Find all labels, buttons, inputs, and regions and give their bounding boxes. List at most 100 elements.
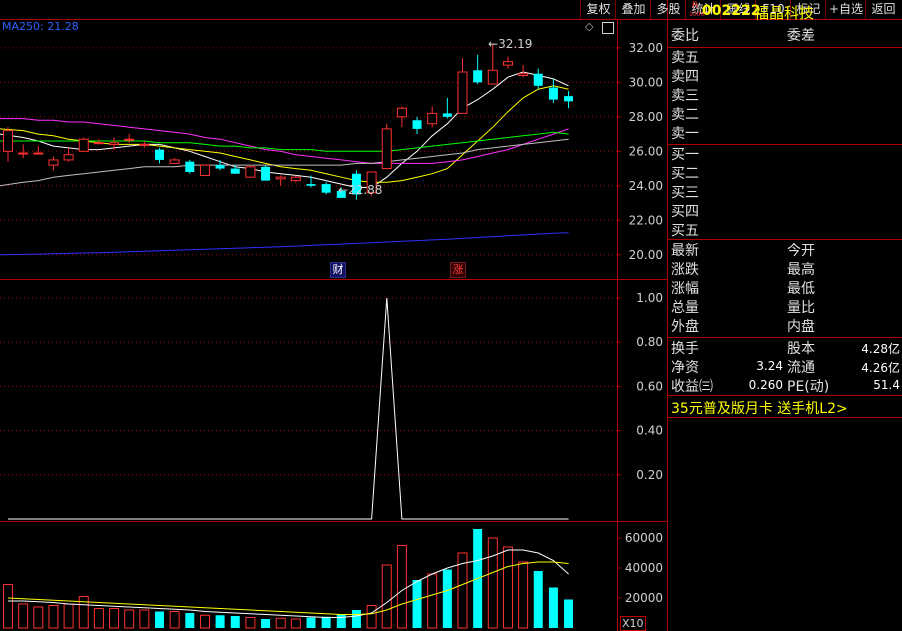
event-marker-finance[interactable]: 财 xyxy=(330,262,346,278)
fin-label-2: PE(动) xyxy=(787,379,830,395)
toolbar-button-1[interactable]: 叠加 xyxy=(615,0,651,19)
panel-toggle-icon[interactable] xyxy=(602,22,614,34)
candle-body-up xyxy=(48,159,59,166)
ma250-legend: MA250: 21.28 xyxy=(2,20,79,33)
stat-label-left: 最新 xyxy=(671,243,699,259)
stock-name: 福晶科技 xyxy=(754,4,815,22)
volume-tick-label: 40000 xyxy=(625,561,663,575)
volume-bar-up xyxy=(169,611,180,629)
candle-body-up xyxy=(487,69,498,85)
fin-value-2: 4.28亿 xyxy=(861,342,900,356)
candle-body-down xyxy=(548,87,558,100)
candle-body-down xyxy=(442,113,452,117)
volume-bar-up xyxy=(139,609,150,629)
candle-body-down xyxy=(230,168,240,174)
indicator-tick-label: 0.40 xyxy=(636,424,663,438)
fin-value: 3.24 xyxy=(756,359,783,373)
volume-bar-up xyxy=(381,564,392,629)
volume-bar-down xyxy=(261,619,271,628)
candle-body-down xyxy=(261,166,271,181)
candle-body-up xyxy=(518,73,529,76)
fin-value: 0.260 xyxy=(748,378,783,392)
volume-bar-up xyxy=(245,617,256,629)
stock-badge-icon: R 1000 xyxy=(689,1,705,19)
indicator-tick-label: 0.60 xyxy=(636,379,663,393)
candle-body-down xyxy=(215,165,225,169)
toolbar-button-2[interactable]: 多股 xyxy=(650,0,686,19)
candle-body-down xyxy=(473,70,483,83)
sell-level-label: 卖三 xyxy=(671,88,699,104)
indicator-tick-label: 1.00 xyxy=(636,291,663,305)
price-tick-label: 20.00 xyxy=(629,248,663,262)
volume-tick-label: 60000 xyxy=(625,531,663,545)
candle-body-up xyxy=(139,143,150,146)
sell-level-label: 卖二 xyxy=(671,107,699,123)
candle-body-down xyxy=(533,73,543,86)
stock-code: 002222 xyxy=(702,3,761,19)
volume-bar-up xyxy=(63,603,74,629)
volume-unit: X10 xyxy=(620,616,646,631)
promo-link[interactable]: 35元普及版月卡 送手机L2> xyxy=(671,398,848,418)
buy-level-label: 买一 xyxy=(671,147,699,163)
volume-bar-up xyxy=(124,609,135,629)
volume-bar-down xyxy=(442,569,452,628)
buy-level-label: 买三 xyxy=(671,185,699,201)
fin-value-2: 51.4 xyxy=(873,378,900,392)
volume-bar-down xyxy=(533,571,543,628)
chart-area[interactable]: 32.00 30.00 28.00 26.00 24.00 22.00 20.00 1.00 0… xyxy=(0,0,902,631)
stat-label-left: 总量 xyxy=(671,300,699,316)
volume-bar-down xyxy=(412,580,422,628)
ma250-value: 21.28 xyxy=(47,20,79,33)
volume-bar-up xyxy=(109,608,120,629)
weicha-label: 委差 xyxy=(787,28,815,44)
toolbar-button-7[interactable]: +自选 xyxy=(825,0,866,19)
indicator-tick-label: 0.80 xyxy=(636,335,663,349)
candle-body-up xyxy=(124,138,135,141)
volume-bar-down xyxy=(155,611,164,628)
vma5-line xyxy=(8,549,569,618)
volume-bar-down xyxy=(306,617,316,628)
stat-label-left: 涨幅 xyxy=(671,281,699,297)
volume-bar-up xyxy=(290,618,301,629)
toolbar-button-8[interactable]: 返回 xyxy=(865,0,901,19)
volume-tick-label: 20000 xyxy=(625,591,663,605)
volume-bar-up xyxy=(199,614,210,629)
buy-level-label: 买四 xyxy=(671,204,699,220)
volume-bar-up xyxy=(33,606,44,629)
fin-label-2: 流通 xyxy=(787,360,815,376)
volume-bar-up xyxy=(518,561,529,629)
candle-body-up xyxy=(457,71,468,114)
candle-body-up xyxy=(78,138,89,152)
candle-body-up xyxy=(199,164,210,176)
price-tick-label: 28.00 xyxy=(629,110,663,124)
high-annotation: ←32.19 xyxy=(488,37,533,51)
stat-label-left: 外盘 xyxy=(671,319,699,335)
volume-bar-down xyxy=(351,610,361,628)
volume-bar-up xyxy=(48,605,59,629)
stat-label-right: 内盘 xyxy=(787,319,815,335)
event-marker-rise[interactable]: 涨 xyxy=(450,262,466,278)
collapse-diamond-icon[interactable]: ◇ xyxy=(585,20,593,33)
candle-body-up xyxy=(290,176,301,182)
volume-bar-down xyxy=(185,613,195,628)
buy-level-label: 买二 xyxy=(671,166,699,182)
candle-body-up xyxy=(3,130,13,152)
price-tick-label: 24.00 xyxy=(629,179,663,193)
candle-body-down xyxy=(155,149,164,160)
low-annotation: ←22.88 xyxy=(338,183,383,197)
stat-label-right: 量比 xyxy=(787,300,815,316)
candle-body-down xyxy=(321,184,331,193)
toolbar-button-0[interactable]: 复权 xyxy=(580,0,616,19)
volume-bar-up xyxy=(18,603,29,629)
volume-bar-down xyxy=(215,615,225,628)
fin-label-2: 股本 xyxy=(787,341,815,357)
stat-label-right: 最低 xyxy=(787,281,815,297)
price-tick-label: 26.00 xyxy=(629,144,663,158)
ma5-line xyxy=(0,71,569,188)
vma10-line xyxy=(7,561,569,615)
candle-body-up xyxy=(109,142,120,145)
candle-body-up xyxy=(169,159,180,164)
price-tick-label: 30.00 xyxy=(629,75,663,89)
volume-bar-up xyxy=(502,546,513,629)
candle-body-up xyxy=(502,61,513,66)
